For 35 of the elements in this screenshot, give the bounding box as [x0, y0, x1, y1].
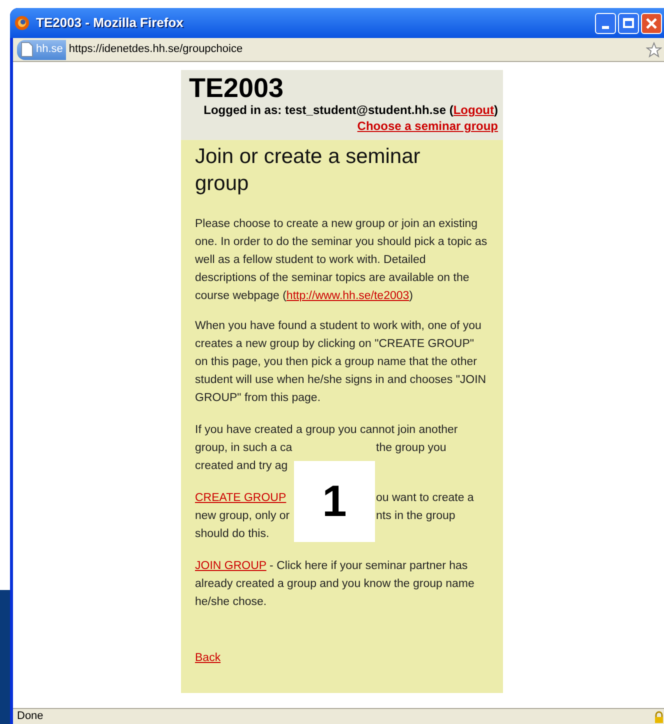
login-text: )	[494, 103, 498, 118]
create-group-link[interactable]: CREATE GROUP	[195, 492, 286, 504]
site-identity-button[interactable]: hh.se	[17, 40, 66, 60]
paragraph-text: the group you	[376, 441, 446, 456]
paragraph-text: group, in such a ca	[195, 442, 292, 454]
join-group-link[interactable]: JOIN GROUP	[195, 560, 266, 572]
login-text: Logged in as: test_student@student.hh.se (	[204, 103, 454, 118]
paragraph-text: should do this.	[195, 528, 270, 540]
paragraph-text: created and try ag	[195, 460, 288, 472]
paragraph-text: If you have created a group you cannot join another	[195, 424, 458, 436]
page-icon	[21, 42, 33, 57]
paragraph-text: nts in the group	[376, 509, 456, 524]
course-title: TE2003	[189, 73, 285, 103]
url-text: https://idenetdes.hh.se/groupchoice	[68, 42, 243, 58]
intro-paragraph: Please choose to create a new group or join an existing one. In order to do the seminar you should pick a topic as well as a fellow student to work with. Detailed descriptions of the seminar topics are available on the course webpage (http://www.hh.se/te2003)	[195, 217, 488, 304]
back-link[interactable]: Back	[195, 649, 221, 667]
lock-icon	[654, 710, 664, 722]
page-heading: Join or create a seminar group	[195, 144, 422, 197]
logout-link[interactable]: Logout	[453, 103, 494, 118]
bookmark-star-icon[interactable]	[646, 42, 662, 58]
window-title: TE2003 - Mozilla Firefox	[36, 14, 184, 32]
paragraph-text: ou want to create a	[376, 491, 474, 506]
address-bar[interactable]: hh.se https://idenetdes.hh.se/groupchoice	[13, 38, 664, 62]
status-bar: Done	[13, 708, 664, 724]
course-webpage-link[interactable]: http://www.hh.se/te2003	[286, 290, 410, 302]
choose-seminar-group-link[interactable]: Choose a seminar group	[357, 118, 498, 134]
number-label: 1	[294, 461, 375, 542]
close-icon	[646, 18, 657, 28]
minimize-button[interactable]	[595, 12, 616, 34]
firefox-logo-icon	[14, 15, 30, 31]
instructions-paragraph: When you have found a student to work with, one of you creates a new group by clicking on "CREATE GROUP" on this page, you then pick a group name that the other student will use when he/she signs in and chooses "JOIN GROUP" from this page.	[195, 319, 488, 406]
join-paragraph: JOIN GROUP - Click here if your seminar partner has already created a group and you know the group name he/she chose.	[195, 559, 476, 610]
paragraph-text: new group, only or	[195, 510, 290, 522]
close-button[interactable]	[641, 12, 662, 34]
maximize-button[interactable]	[618, 12, 639, 34]
